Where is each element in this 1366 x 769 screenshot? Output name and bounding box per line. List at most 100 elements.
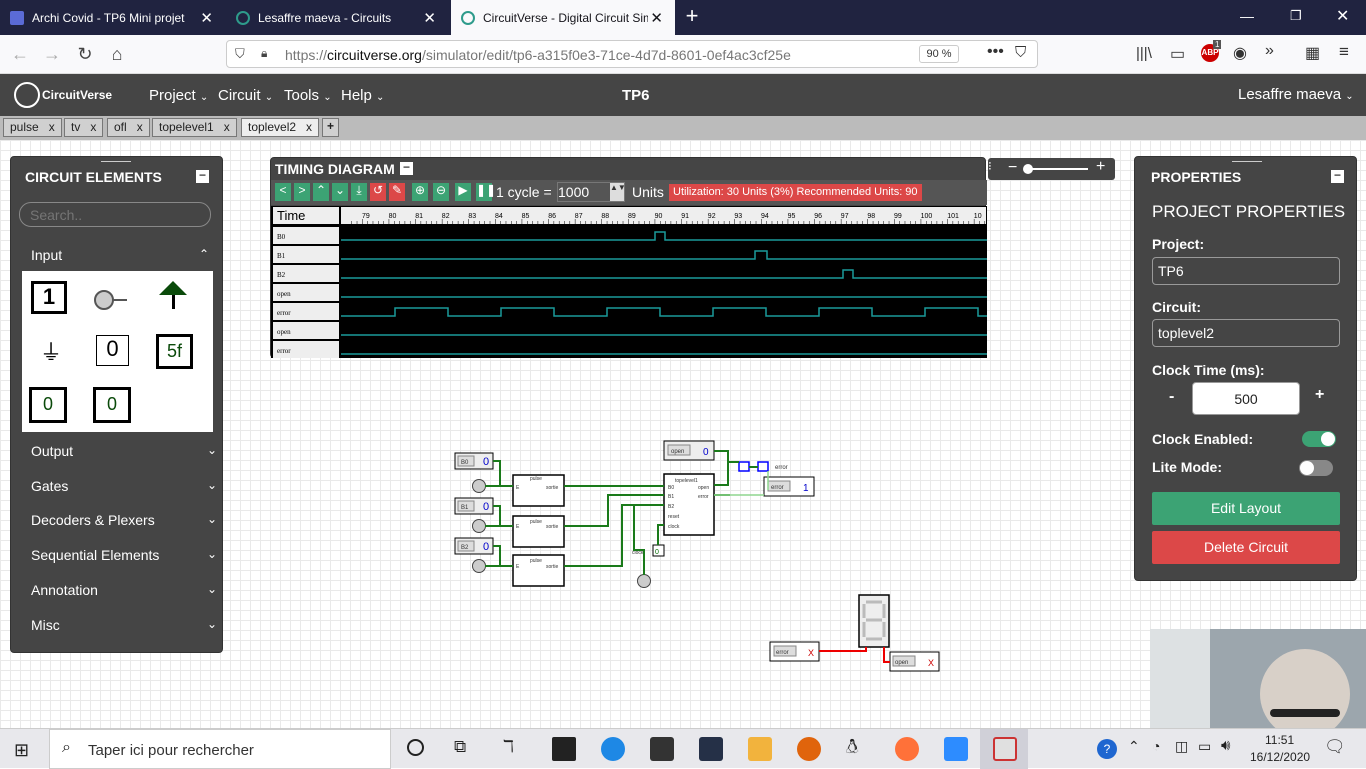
camera-icon[interactable]: ◫ [1175,738,1188,755]
circuit-tab-tv[interactable]: tv x [64,118,104,137]
chevron-up-icon[interactable]: ⌃ [1128,738,1140,755]
url-bar[interactable]: ⛉ 🔒︎ https://circuitverse.org/simulator/… [226,40,1038,68]
menu-icon[interactable]: ≡ [1339,42,1349,62]
push-button-icon[interactable] [472,519,486,533]
constant-value-icon[interactable]: 1 [31,281,67,314]
collapse-icon[interactable]: − [196,169,209,183]
dropbox-icon[interactable] [552,737,576,761]
firefox-icon[interactable] [895,737,919,761]
spinner-icon[interactable]: ▲▼ [610,183,626,201]
circuit-name-input[interactable] [1152,319,1340,347]
collapse-icon[interactable]: − [1331,169,1344,183]
menu-project[interactable]: Project ⌄ [149,87,208,104]
browser-tab-archi[interactable]: Archi Covid - TP6 Mini projet ✕ [0,0,225,35]
reload-icon[interactable]: ↻ [73,42,97,66]
circuit-tab-pulse[interactable]: pulse x [3,118,62,137]
task-view-icon[interactable]: ⧉ [454,737,466,757]
library-icon[interactable]: |||\ [1136,45,1152,62]
wifi-icon[interactable]: ◔ [1152,738,1160,754]
magic-wand-icon[interactable]: ✎ [389,183,405,201]
help-icon[interactable]: ? [1097,739,1117,759]
category-output[interactable]: Output ⌄ [31,443,221,459]
minimize-window-icon[interactable]: — [1240,8,1254,24]
menu-help[interactable]: Help ⌄ [341,87,384,104]
play-icon[interactable]: ▶ [455,183,471,201]
new-tab-button[interactable]: + [680,3,704,31]
reset-icon[interactable]: ↺ [370,183,386,201]
push-button-icon[interactable] [472,479,486,493]
clock-time[interactable]: 11:51 [1265,733,1294,747]
powershell-icon[interactable] [699,737,723,761]
input-bit-icon[interactable]: 0 [96,335,129,366]
down-icon[interactable]: ⌄ [332,183,348,201]
app-icon[interactable]: ℸ [503,737,514,757]
zoom-slider-handle[interactable] [1023,164,1033,174]
fl-studio-icon[interactable] [797,737,821,761]
pocket-icon[interactable]: ⛉ [1015,44,1026,61]
push-button-icon[interactable] [637,574,651,588]
right-icon[interactable]: > [294,183,310,201]
zoom-icon[interactable] [944,737,968,761]
volume-icon[interactable]: 🔊︎ [1221,737,1230,754]
linux-icon[interactable]: 🐧︎ [846,735,858,761]
clock-increment-button[interactable]: + [1315,386,1324,404]
category-misc[interactable]: Misc ⌄ [31,617,221,633]
store-icon[interactable] [650,737,674,761]
drag-handle-icon[interactable]: ⁝ [988,159,992,173]
zoom-slider-track[interactable] [1024,168,1088,170]
zoom-in-icon[interactable]: ⊕ [412,183,428,201]
category-gates[interactable]: Gates ⌄ [31,478,221,494]
download-icon[interactable]: ⤓ [351,183,367,201]
collapse-icon[interactable]: − [400,161,413,175]
delete-circuit-button[interactable]: Delete Circuit [1152,531,1340,564]
close-tab-icon[interactable]: ✕ [423,9,436,27]
up-icon[interactable]: ⌃ [313,183,329,201]
cortana-icon[interactable] [407,739,424,756]
app-icon[interactable] [993,737,1017,761]
category-decoders-plexers[interactable]: Decoders & Plexers ⌄ [31,512,221,528]
forward-arrow-icon[interactable]: → [40,42,64,66]
overflow-chevron-icon[interactable]: » [1265,42,1274,60]
circuit-tab-toplevel2[interactable]: toplevel2 x [241,118,320,137]
push-button-icon[interactable] [472,559,486,573]
clock-enabled-toggle[interactable] [1302,431,1336,447]
battery-icon[interactable]: ▭ [1198,738,1211,755]
extensions-icon[interactable]: ▦ [1305,43,1320,63]
user-menu[interactable]: Lesaffre maeva ⌄ [1238,86,1354,103]
probe[interactable] [757,461,769,472]
left-icon[interactable]: < [275,183,291,201]
clock-decrement-button[interactable]: - [1169,388,1174,406]
sidebar-icon[interactable]: ▭ [1170,44,1185,64]
random-icon[interactable]: 0 [29,387,67,423]
zoom-out-button[interactable]: − [1008,159,1017,177]
category-sequential[interactable]: Sequential Elements ⌄ [31,547,221,563]
search-input[interactable] [19,202,211,227]
account-icon[interactable]: ◉ [1233,43,1247,63]
category-annotation[interactable]: Annotation ⌄ [31,582,221,598]
file-explorer-icon[interactable] [748,737,772,761]
menu-circuit[interactable]: Circuit ⌄ [218,87,273,104]
probe[interactable] [738,461,750,472]
browser-tab-circuitverse[interactable]: CircuitVerse - Digital Circuit Sim ✕ [451,0,675,35]
notifications-icon[interactable]: 🗨︎ [1324,737,1346,757]
restore-window-icon[interactable]: ❐ [1290,8,1302,24]
back-arrow-icon[interactable]: ← [8,42,32,66]
add-circuit-tab-button[interactable]: + [322,118,339,137]
counter-icon[interactable]: 0 [93,387,131,423]
clock-time-input[interactable] [1192,382,1300,415]
power-icon[interactable] [159,281,187,295]
hex-constant-icon[interactable]: 5f [156,334,193,369]
close-window-icon[interactable]: ✕ [1336,6,1349,26]
clock-date[interactable]: 16/12/2020 [1250,750,1310,764]
close-tab-icon[interactable]: ✕ [200,9,213,27]
menu-tools[interactable]: Tools ⌄ [284,87,332,104]
project-name-input[interactable] [1152,257,1340,285]
home-icon[interactable]: ⌂ [105,42,129,66]
taskbar-search-box[interactable]: ⌕ Taper ici pour rechercher [49,729,391,769]
more-actions-icon[interactable]: ••• [987,43,1004,61]
category-input[interactable]: Input ⌃ [31,247,221,263]
pause-icon[interactable]: ❚❚ [476,183,496,201]
windows-start-icon[interactable]: ⊞ [14,740,29,761]
zoom-level-badge[interactable]: 90 % [919,45,959,63]
circuit-tab-topelevel1[interactable]: topelevel1 x [152,118,237,137]
